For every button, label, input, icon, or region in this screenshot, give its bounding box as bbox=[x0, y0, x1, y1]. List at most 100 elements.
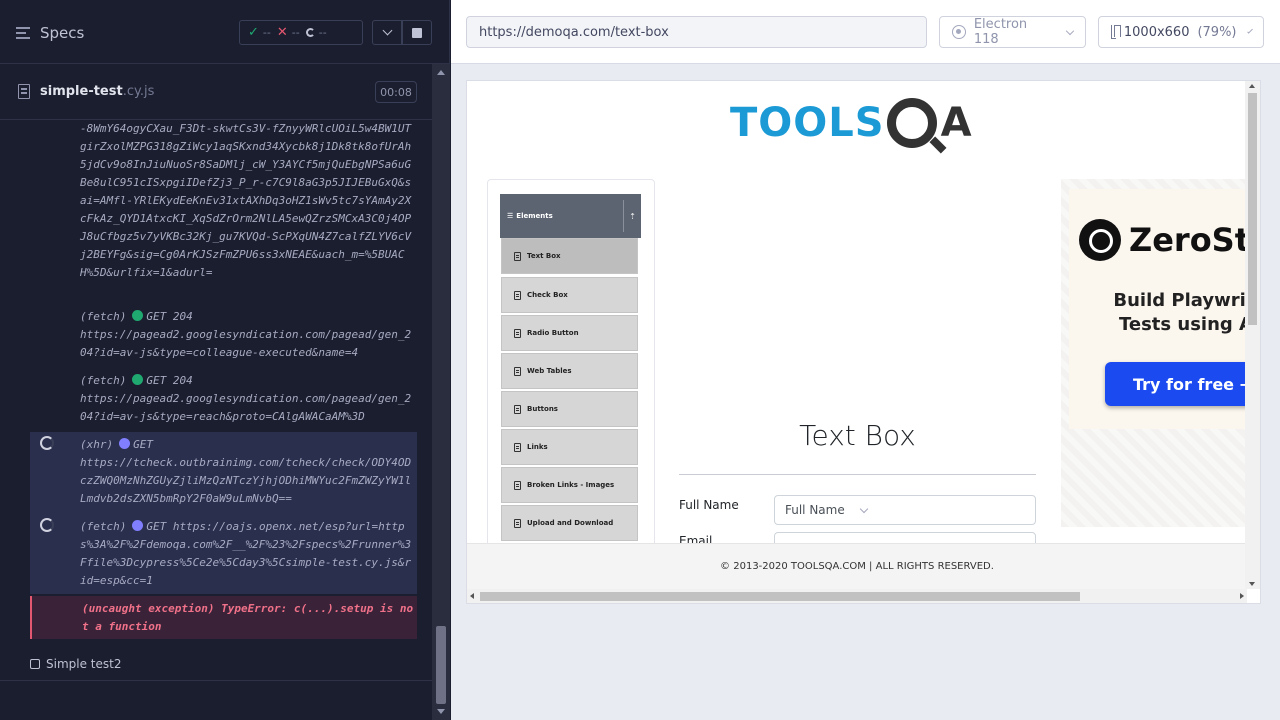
log-item[interactable]: (fetch) GET 204 https://pagead2.googlesyn… bbox=[30, 372, 417, 432]
aut-panel: https://demoqa.com/text-box Electron 118… bbox=[451, 0, 1280, 720]
zerostep-logo-icon bbox=[1079, 219, 1121, 261]
reporter-header: Specs ✓ -- ✕ -- -- bbox=[0, 0, 450, 64]
sidebar-item-broken-links[interactable]: Broken Links - Images bbox=[501, 467, 638, 503]
html-icon bbox=[514, 404, 521, 414]
spec-name-text: simple-test bbox=[40, 84, 123, 99]
sidebar-item-label: Buttons bbox=[527, 405, 558, 413]
request-status: GET 204 bbox=[146, 310, 193, 323]
group-title: Elements bbox=[516, 212, 553, 220]
aut-header: https://demoqa.com/text-box Electron 118… bbox=[451, 0, 1280, 64]
advertisement[interactable]: ZeroSt Build Playwrig Tests using A Try f… bbox=[1061, 179, 1260, 527]
sidebar-item-web-tables[interactable]: Web Tables bbox=[501, 353, 638, 389]
test-stats: ✓ -- ✕ -- -- bbox=[239, 20, 363, 45]
test-item-simple-test2[interactable]: Simple test2 bbox=[30, 657, 121, 671]
iframe-horizontal-scrollbar[interactable] bbox=[467, 589, 1247, 603]
full-name-input[interactable]: Full Name bbox=[774, 495, 1036, 525]
chevron-down-icon bbox=[859, 504, 868, 513]
status-dot-icon bbox=[132, 374, 144, 385]
ad-brand: ZeroSt bbox=[1129, 221, 1251, 259]
pending-stat: -- bbox=[305, 26, 327, 39]
error-message: (uncaught exception) TypeError: c(...).s… bbox=[82, 602, 414, 633]
chevron-down-icon bbox=[1246, 27, 1253, 34]
sidebar-item-links[interactable]: Links bbox=[501, 429, 638, 465]
xhr-entry: (xhr) GET https://tcheck.outbrainimg.com/… bbox=[80, 436, 412, 508]
loading-spinner-icon bbox=[40, 436, 54, 450]
scroll-left-icon[interactable] bbox=[470, 593, 474, 599]
html-icon bbox=[514, 251, 521, 261]
error-log-item[interactable]: (uncaught exception) TypeError: c(...).s… bbox=[30, 596, 417, 639]
ad-logo: ZeroSt bbox=[1079, 219, 1250, 261]
collapse-icon[interactable]: ⇡ bbox=[623, 200, 641, 232]
spec-extension: .cy.js bbox=[122, 84, 155, 99]
ad-tagline-line1: Build Playwrig bbox=[1113, 290, 1259, 311]
sidebar-item-radio-button[interactable]: Radio Button bbox=[501, 315, 638, 351]
test-title: Simple test2 bbox=[46, 657, 122, 671]
options-dropdown-button[interactable] bbox=[372, 20, 402, 45]
scroll-up-icon[interactable] bbox=[437, 70, 445, 75]
scroll-up-icon[interactable] bbox=[1249, 84, 1255, 88]
sidebar-item-label: Links bbox=[527, 443, 548, 451]
divider bbox=[0, 680, 432, 681]
scroll-right-icon[interactable] bbox=[1240, 593, 1244, 599]
ad-tagline: Build Playwrig Tests using A bbox=[1096, 289, 1260, 337]
square-icon bbox=[30, 659, 40, 669]
sidebar-item-upload-download[interactable]: Upload and Download bbox=[501, 505, 638, 541]
sidebar-item-buttons[interactable]: Buttons bbox=[501, 391, 638, 427]
request-url: https://pagead2.googlesyndication.com/pa… bbox=[80, 328, 412, 359]
specs-button[interactable]: Specs bbox=[16, 22, 84, 44]
scroll-down-icon[interactable] bbox=[1249, 582, 1255, 586]
html-icon bbox=[514, 366, 521, 376]
sidebar-item-check-box[interactable]: Check Box bbox=[501, 277, 638, 313]
log-text: -8WmY64ogyCXau_F3Dt-skwtCs3V-fZnyyWRlcUO… bbox=[80, 122, 412, 279]
status-dot-icon bbox=[119, 438, 131, 449]
file-icon bbox=[18, 84, 30, 99]
scroll-down-icon[interactable] bbox=[437, 709, 445, 714]
reporter-scrollbar[interactable] bbox=[432, 64, 450, 720]
scrollbar-thumb[interactable] bbox=[436, 626, 446, 704]
spec-file-row[interactable]: simple-test.cy.js 00:08 bbox=[0, 65, 432, 120]
iframe-vertical-scrollbar[interactable] bbox=[1245, 81, 1260, 589]
url-bar[interactable]: https://demoqa.com/text-box bbox=[466, 16, 927, 48]
chevron-down-icon bbox=[382, 25, 392, 36]
elements-group-header[interactable]: ☰ Elements ⇡ bbox=[500, 194, 641, 238]
divider bbox=[679, 474, 1036, 475]
html-icon bbox=[514, 290, 521, 300]
request-type: (fetch) bbox=[80, 310, 127, 323]
spec-duration: 00:08 bbox=[375, 81, 417, 103]
request-type: (fetch) bbox=[80, 374, 127, 387]
pending-count: -- bbox=[318, 26, 327, 39]
viewport-scale: (79%) bbox=[1197, 24, 1237, 40]
request-type: (fetch) bbox=[80, 520, 127, 533]
viewport-info[interactable]: 1000x660 (79%) bbox=[1098, 16, 1264, 48]
toolsqa-logo[interactable]: TOOLS A bbox=[730, 93, 972, 153]
log-item-pending[interactable]: (fetch) GET https://oajs.openx.net/esp?ur… bbox=[30, 514, 417, 594]
try-for-free-button[interactable]: Try for free → bbox=[1105, 362, 1260, 406]
x-icon: ✕ bbox=[276, 25, 288, 40]
browser-selector[interactable]: Electron 118 bbox=[939, 16, 1086, 48]
scrollbar-thumb[interactable] bbox=[1248, 93, 1257, 325]
aut-iframe: TOOLS A ☰ Elements ⇡ Text Box Check Box … bbox=[466, 80, 1261, 604]
status-dot-icon bbox=[132, 520, 144, 531]
spec-file-name: simple-test.cy.js bbox=[40, 84, 154, 99]
fetch-entry: (fetch) GET https://oajs.openx.net/esp?ur… bbox=[80, 518, 412, 590]
passed-count: -- bbox=[262, 26, 271, 39]
fetch-entry: (fetch) GET 204 https://pagead2.googlesyn… bbox=[80, 372, 412, 426]
sidebar-item-label: Upload and Download bbox=[527, 519, 614, 527]
logo-text: TOOLS bbox=[730, 100, 885, 146]
stop-button[interactable] bbox=[402, 20, 432, 45]
html-icon bbox=[514, 328, 521, 338]
input-placeholder: Full Name bbox=[785, 503, 845, 517]
request-url: https://oajs.openx.net/esp?url=https%3A%… bbox=[80, 520, 412, 587]
page-title: Text Box bbox=[799, 419, 916, 452]
sidebar-item-label: Web Tables bbox=[527, 367, 572, 375]
request-type: (xhr) bbox=[80, 438, 114, 451]
request-status: GET 204 bbox=[146, 374, 193, 387]
sidebar-item-text-box[interactable]: Text Box bbox=[501, 238, 638, 274]
command-log-panel: Specs ✓ -- ✕ -- -- simple-test.cy.js 00: bbox=[0, 0, 450, 720]
log-item-pending[interactable]: (xhr) GET https://tcheck.outbrainimg.com/… bbox=[30, 432, 417, 514]
failed-stat: ✕ -- bbox=[277, 25, 300, 40]
ad-tagline-line2: Tests using A bbox=[1119, 314, 1253, 335]
log-item[interactable]: (fetch) GET 204 https://pagead2.googlesyn… bbox=[30, 308, 417, 368]
log-item[interactable]: -8WmY64ogyCXau_F3Dt-skwtCs3V-fZnyyWRlcUO… bbox=[30, 120, 417, 304]
scrollbar-thumb[interactable] bbox=[480, 592, 1080, 601]
